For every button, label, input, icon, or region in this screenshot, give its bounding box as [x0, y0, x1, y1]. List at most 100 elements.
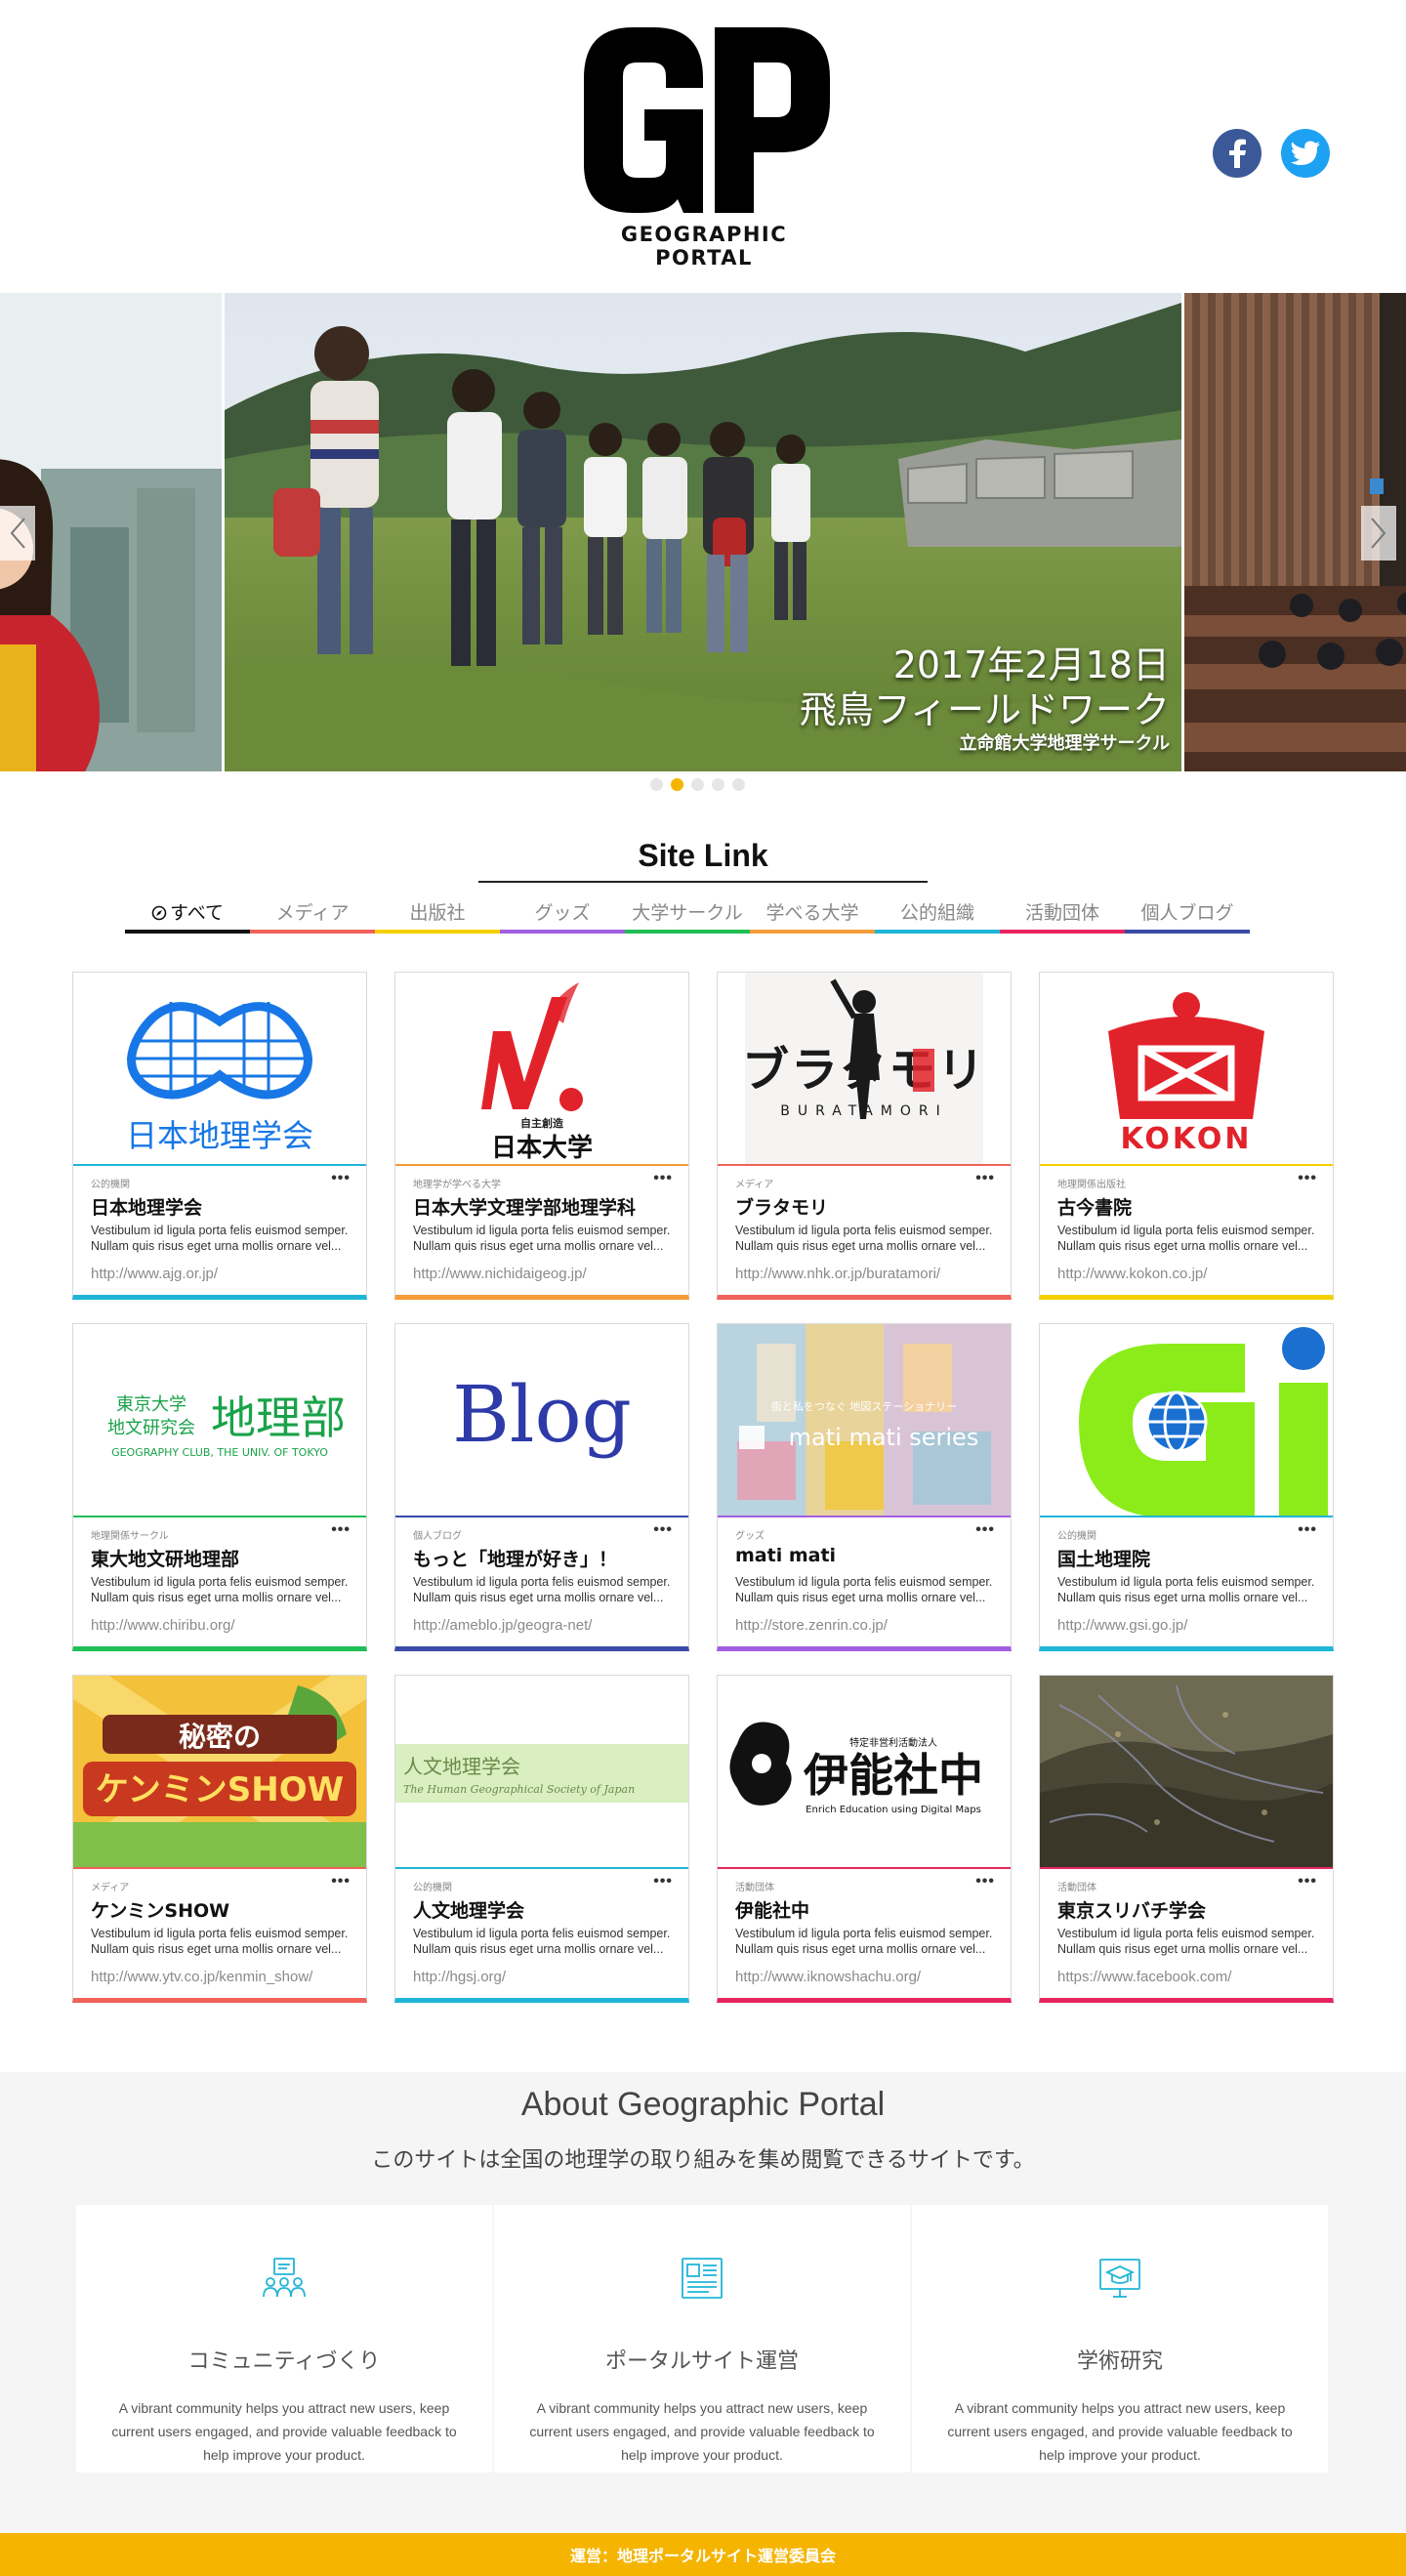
site-card-title[interactable]: 東京スリバチ学会 [1057, 1896, 1315, 1922]
site-card-thumbnail[interactable] [1040, 1324, 1333, 1517]
tab-category[interactable]: メディア [250, 894, 375, 934]
site-card[interactable]: KOKON 地理関係出版社 ••• 古今書院 Vestibulum id lig… [1039, 972, 1334, 1300]
site-card-thumbnail[interactable]: 秘密の ケンミンSHOW [73, 1676, 366, 1869]
site-card[interactable]: ブラタモリ BURATAMORI メディア ••• ブラタモリ Vestibul… [717, 972, 1012, 1300]
tab-category[interactable]: すべて [125, 894, 250, 934]
site-card-title[interactable]: 東大地文研地理部 [91, 1545, 349, 1570]
tab-category[interactable]: 公的組織 [875, 894, 1000, 934]
slider-dot[interactable] [650, 778, 663, 791]
site-card[interactable]: 街と私をつなぐ 地図ステーショナリー mati mati series グッズ … [717, 1323, 1012, 1651]
more-dots-icon[interactable]: ••• [1298, 1521, 1317, 1539]
twitter-icon [1291, 141, 1320, 165]
site-card-url[interactable]: http://store.zenrin.co.jp/ [735, 1617, 993, 1634]
tab-label: すべて [170, 902, 224, 924]
site-logo[interactable]: GEOGRAPHIC PORTAL [572, 27, 836, 270]
site-card-title[interactable]: 伊能社中 [735, 1896, 993, 1922]
site-card[interactable]: 特定非営利活動法人 伊能社中 Enrich Education using Di… [717, 1675, 1012, 2003]
svg-text:GEOGRAPHY CLUB, THE UNIV. OF T: GEOGRAPHY CLUB, THE UNIV. OF TOKYO [111, 1446, 328, 1459]
feature-title: 学術研究 [1076, 2349, 1163, 2374]
tab-category[interactable]: 出版社 [375, 894, 500, 934]
site-card-url[interactable]: http://hgsj.org/ [413, 1969, 671, 1985]
site-card-body: メディア ••• ケンミンSHOW Vestibulum id ligula p… [73, 1869, 366, 1985]
hero-slider[interactable]: 2017年2月18日 飛鳥フィールドワーク 立命館大学地理学サークル [0, 293, 1406, 771]
site-card[interactable]: 活動団体 ••• 東京スリバチ学会 Vestibulum id ligula p… [1039, 1675, 1334, 2003]
site-card-title[interactable]: 国土地理院 [1057, 1545, 1315, 1570]
tab-category[interactable]: 個人ブログ [1125, 894, 1250, 934]
site-card-description: Vestibulum id ligula porta felis euismod… [413, 1927, 671, 1956]
feature-title: コミュニティづくり [187, 2349, 381, 2374]
tab-category[interactable]: 学べる大学 [750, 894, 875, 934]
site-card-url[interactable]: http://www.gsi.go.jp/ [1057, 1617, 1315, 1634]
site-card-url[interactable]: https://www.facebook.com/ [1057, 1969, 1315, 1985]
more-dots-icon[interactable]: ••• [653, 1170, 673, 1187]
site-card-title[interactable]: 日本地理学会 [91, 1193, 349, 1219]
site-card-url[interactable]: http://www.kokon.co.jp/ [1057, 1266, 1315, 1282]
svg-text:Blog: Blog [452, 1369, 632, 1460]
more-dots-icon[interactable]: ••• [975, 1873, 995, 1890]
tab-category[interactable]: 大学サークル [625, 894, 750, 934]
site-card[interactable]: 自主創造 日本大学 地理学が学べる大学 ••• 日本大学文理学部地理学科 Ves… [394, 972, 689, 1300]
more-dots-icon[interactable]: ••• [331, 1170, 351, 1187]
slider-dot[interactable] [712, 778, 724, 791]
more-dots-icon[interactable]: ••• [1298, 1170, 1317, 1187]
more-dots-icon[interactable]: ••• [975, 1521, 995, 1539]
site-card-thumbnail[interactable]: Blog [395, 1324, 688, 1517]
site-card-title[interactable]: 古今書院 [1057, 1193, 1315, 1219]
site-card-title[interactable]: もっと「地理が好き」！ [413, 1545, 671, 1570]
site-card[interactable]: 人文地理学会 The Human Geographical Society of… [394, 1675, 689, 2003]
tab-category[interactable]: 活動団体 [1000, 894, 1125, 934]
slide-caption-org: 立命館大学地理学サークル [959, 733, 1170, 754]
site-card-title[interactable]: 日本大学文理学部地理学科 [413, 1193, 671, 1219]
site-card[interactable]: 公的機関 ••• 国土地理院 Vestibulum id ligula port… [1039, 1323, 1334, 1651]
more-dots-icon[interactable]: ••• [331, 1521, 351, 1539]
site-card-thumbnail[interactable]: 特定非営利活動法人 伊能社中 Enrich Education using Di… [718, 1676, 1011, 1869]
slider-prev-button[interactable] [0, 506, 35, 561]
chevron-right-icon [1371, 518, 1386, 549]
site-card-thumbnail[interactable]: 東京大学 地文研究会 地理部 GEOGRAPHY CLUB, THE UNIV.… [73, 1324, 366, 1517]
site-card-url[interactable]: http://www.nhk.or.jp/buratamori/ [735, 1266, 993, 1282]
site-card-url[interactable]: http://www.ajg.or.jp/ [91, 1266, 349, 1282]
facebook-link[interactable] [1213, 129, 1261, 178]
site-card-title[interactable]: 人文地理学会 [413, 1896, 671, 1922]
tab-category[interactable]: グッズ [500, 894, 625, 934]
site-card[interactable]: 秘密の ケンミンSHOW メディア ••• ケンミンSHOW Vestibulu… [72, 1675, 367, 2003]
more-dots-icon[interactable]: ••• [653, 1521, 673, 1539]
site-card-thumbnail[interactable]: 人文地理学会 The Human Geographical Society of… [395, 1676, 688, 1869]
site-card-description: Vestibulum id ligula porta felis euismod… [735, 1927, 993, 1956]
site-card-url[interactable]: http://www.iknowshachu.org/ [735, 1969, 993, 1985]
site-card[interactable]: 東京大学 地文研究会 地理部 GEOGRAPHY CLUB, THE UNIV.… [72, 1323, 367, 1651]
site-card-url[interactable]: http://www.chiribu.org/ [91, 1617, 349, 1634]
site-card-url[interactable]: http://ameblo.jp/geogra-net/ [413, 1617, 671, 1634]
site-card-body: 地理学が学べる大学 ••• 日本大学文理学部地理学科 Vestibulum id… [395, 1166, 688, 1282]
twitter-link[interactable] [1281, 129, 1330, 178]
site-card-thumbnail[interactable]: 自主創造 日本大学 [395, 973, 688, 1166]
site-card-description: Vestibulum id ligula porta felis euismod… [735, 1224, 993, 1253]
more-dots-icon[interactable]: ••• [975, 1170, 995, 1187]
site-card-thumbnail[interactable]: 街と私をつなぐ 地図ステーショナリー mati mati series [718, 1324, 1011, 1517]
site-card[interactable]: Blog 個人ブログ ••• もっと「地理が好き」！ Vestibulum id… [394, 1323, 689, 1651]
site-card-title[interactable]: ケンミンSHOW [91, 1896, 349, 1922]
site-card-thumbnail[interactable]: ブラタモリ BURATAMORI [718, 973, 1011, 1166]
site-card-thumbnail[interactable] [1040, 1676, 1333, 1869]
more-dots-icon[interactable]: ••• [1298, 1873, 1317, 1890]
site-card-thumbnail[interactable]: 日本地理学会 [73, 973, 366, 1166]
svg-text:地理部: 地理部 [211, 1392, 346, 1444]
site-card-body: 公的機関 ••• 国土地理院 Vestibulum id ligula port… [1040, 1517, 1333, 1634]
more-dots-icon[interactable]: ••• [331, 1873, 351, 1890]
site-card-category: メディア [91, 1883, 130, 1893]
slider-dot[interactable] [691, 778, 704, 791]
site-card-body: 活動団体 ••• 伊能社中 Vestibulum id ligula porta… [718, 1869, 1011, 1985]
slider-next-button[interactable] [1361, 506, 1396, 561]
site-card-thumbnail[interactable]: KOKON [1040, 973, 1333, 1166]
site-card-title[interactable]: ブラタモリ [735, 1193, 993, 1219]
more-dots-icon[interactable]: ••• [653, 1873, 673, 1890]
site-card-url[interactable]: http://www.nichidaigeog.jp/ [413, 1266, 671, 1282]
site-header: GEOGRAPHIC PORTAL [0, 0, 1406, 293]
slider-dot[interactable] [732, 778, 745, 791]
slider-dot-active[interactable] [671, 778, 683, 791]
feature-list: コミュニティづくり A vibrant community helps you … [76, 2205, 1330, 2472]
site-card-url[interactable]: http://www.ytv.co.jp/kenmin_show/ [91, 1969, 349, 1985]
site-card-title[interactable]: mati mati [735, 1545, 993, 1570]
site-card[interactable]: 日本地理学会 公的機関 ••• 日本地理学会 Vestibulum id lig… [72, 972, 367, 1300]
slide-current[interactable]: 2017年2月18日 飛鳥フィールドワーク 立命館大学地理学サークル [225, 293, 1181, 771]
